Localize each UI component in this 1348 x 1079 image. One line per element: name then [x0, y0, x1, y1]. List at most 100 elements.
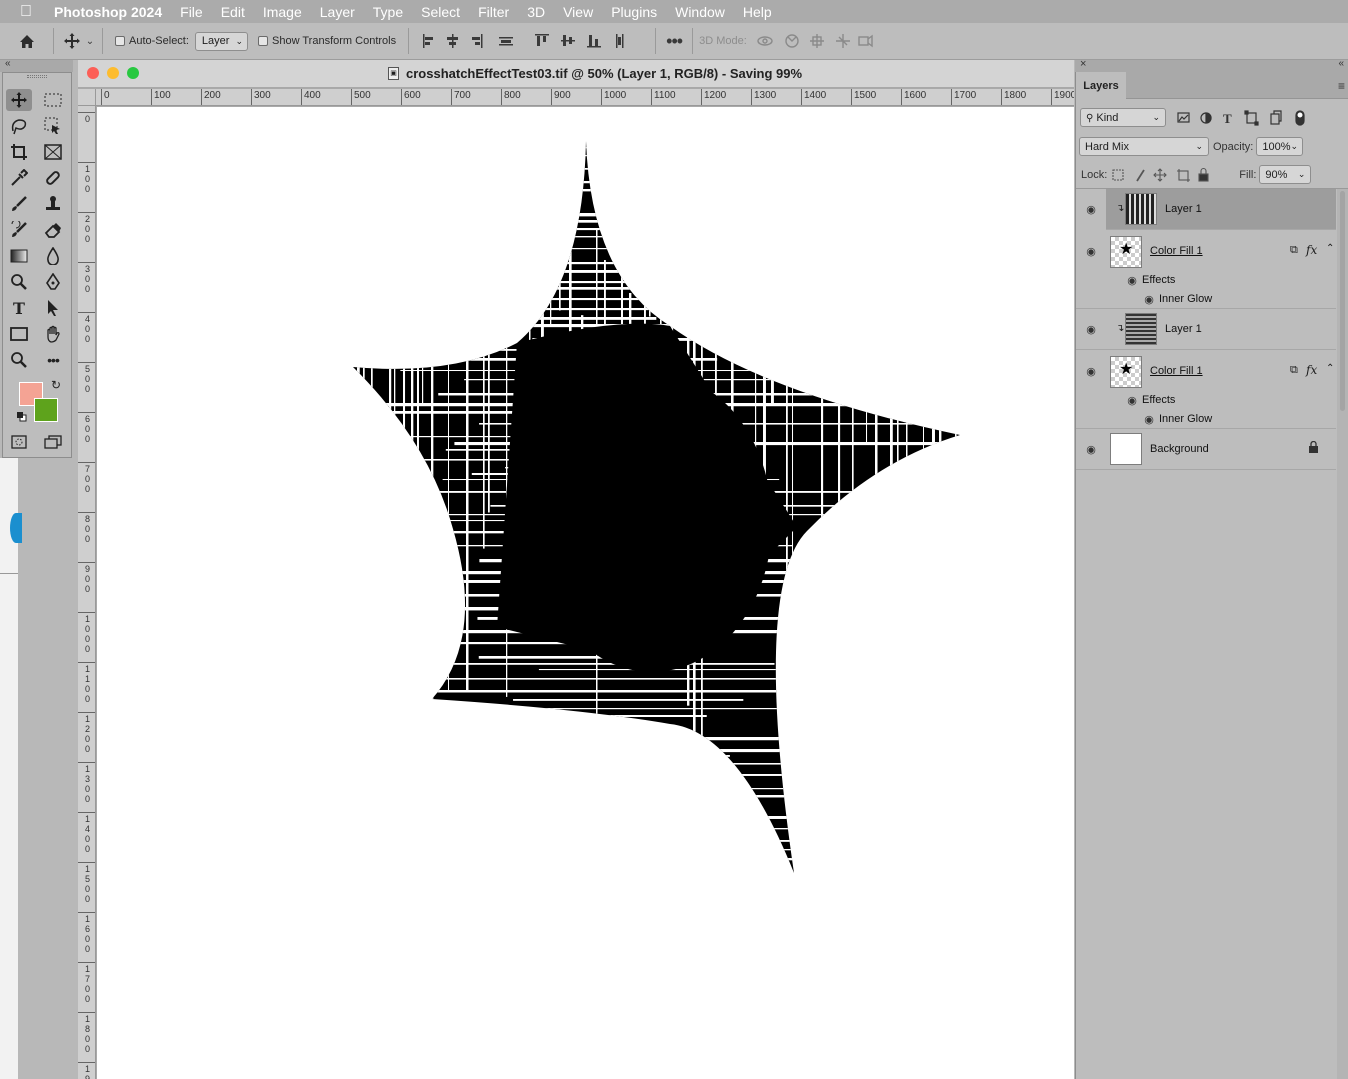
default-colors-icon[interactable] — [17, 411, 27, 422]
menu-edit[interactable]: Edit — [212, 4, 254, 20]
menu-image[interactable]: Image — [254, 4, 311, 20]
horizontal-ruler[interactable]: 0 100 200 300 400 500 600 700 800 900 1000 1100 1200… — [96, 89, 1074, 106]
effect-name[interactable]: Inner Glow — [1159, 293, 1212, 305]
ruler-origin[interactable] — [78, 89, 96, 106]
zoom-button[interactable] — [127, 67, 139, 79]
fill-input[interactable]: 90% ⌄ — [1259, 165, 1312, 184]
eyedropper-tool-icon[interactable] — [6, 167, 32, 189]
filter-kind-dropdown[interactable]: ⚲ Kind ⌄ — [1080, 108, 1166, 127]
layer-row[interactable]: ◉ ↴ Layer 1 — [1076, 309, 1336, 350]
layer-filter-icons[interactable]: T — [1174, 109, 1310, 127]
close-panel-icon[interactable]: × — [1080, 58, 1086, 70]
crop-tool-icon[interactable] — [6, 141, 32, 163]
desktop-background — [0, 458, 22, 1079]
menu-window[interactable]: Window — [666, 4, 734, 20]
visibility-eye-icon[interactable]: ◉ — [1084, 205, 1098, 216]
lock-option-icons[interactable] — [1109, 166, 1211, 184]
marquee-tool-icon[interactable] — [40, 89, 66, 111]
collapse-icon[interactable]: « — [1338, 58, 1344, 69]
visibility-eye-icon[interactable]: ◉ — [1125, 396, 1139, 407]
layer-name[interactable]: Layer 1 — [1165, 203, 1202, 215]
frame-tool-icon[interactable] — [40, 141, 66, 163]
layers-scrollbar[interactable] — [1337, 189, 1348, 1079]
home-icon[interactable] — [15, 29, 39, 53]
layer-row[interactable]: ◉ Background — [1076, 429, 1336, 470]
dodge-tool-icon[interactable] — [6, 271, 32, 293]
show-transform-checkbox[interactable] — [258, 36, 268, 46]
visibility-eye-icon[interactable]: ◉ — [1142, 295, 1156, 306]
effect-name[interactable]: Inner Glow — [1159, 413, 1212, 425]
history-brush-tool-icon[interactable] — [6, 219, 32, 241]
eraser-tool-icon[interactable] — [40, 219, 66, 241]
quick-mask-icon[interactable] — [6, 431, 32, 453]
layer-row[interactable]: ◉ ★ Color Fill 1 ⧉ fx ⌃ ◉ Effects ◉ Inne… — [1076, 230, 1336, 309]
layer-row[interactable]: ◉ ★ Color Fill 1 ⧉ fx ⌃ ◉ Effects ◉ Inne… — [1076, 350, 1336, 429]
collapse-icon[interactable]: « — [5, 58, 11, 69]
blend-mode-dropdown[interactable]: Hard Mix ⌄ — [1079, 137, 1209, 156]
spot-healing-tool-icon[interactable] — [40, 167, 66, 189]
layer-name[interactable]: Color Fill 1 — [1150, 365, 1203, 377]
opacity-input[interactable]: 100% ⌄ — [1256, 137, 1304, 156]
auto-select-checkbox[interactable] — [115, 36, 125, 46]
brush-tool-icon[interactable] — [6, 193, 32, 215]
move-tool-icon[interactable] — [6, 89, 32, 111]
layer-name[interactable]: Color Fill 1 — [1150, 245, 1203, 257]
swap-colors-icon[interactable]: ↻ — [51, 378, 61, 392]
clone-stamp-tool-icon[interactable] — [40, 193, 66, 215]
align-distribute-icons[interactable] — [419, 31, 649, 51]
smart-link-icon: ⧉ — [1290, 364, 1298, 376]
move-tool-preset-icon[interactable] — [60, 29, 84, 53]
auto-select-value: Layer — [201, 35, 230, 47]
document-canvas[interactable] — [97, 107, 1074, 1079]
menu-layer[interactable]: Layer — [311, 4, 364, 20]
blur-tool-icon[interactable] — [40, 245, 66, 267]
tab-layers[interactable]: Layers — [1076, 72, 1126, 99]
fx-icon[interactable]: fx — [1306, 363, 1317, 377]
type-tool-icon[interactable]: T — [6, 297, 32, 319]
more-options-icon[interactable]: ••• — [662, 29, 686, 53]
apple-menu-icon[interactable]:  — [0, 3, 52, 21]
fx-icon[interactable]: fx — [1306, 243, 1317, 257]
chevron-down-icon[interactable]: ⌄ — [84, 29, 96, 53]
minimize-button[interactable] — [107, 67, 119, 79]
menu-view[interactable]: View — [554, 4, 602, 20]
grip-handle[interactable] — [27, 75, 47, 78]
menu-3d[interactable]: 3D — [518, 4, 554, 20]
document-title-bar: ▣ crosshatchEffectTest03.tif @ 50% (Laye… — [78, 60, 1074, 88]
auto-select-dropdown[interactable]: Layer ⌄ — [194, 31, 248, 51]
chevron-down-icon: ⌄ — [1195, 141, 1203, 151]
gradient-tool-icon[interactable] — [6, 245, 32, 267]
filter-kind-value: Kind — [1096, 111, 1119, 124]
menu-help[interactable]: Help — [734, 4, 781, 20]
visibility-eye-icon[interactable]: ◉ — [1125, 276, 1139, 287]
layer-name[interactable]: Layer 1 — [1165, 323, 1202, 335]
visibility-eye-icon[interactable]: ◉ — [1084, 247, 1098, 258]
screen-mode-icon[interactable] — [40, 431, 66, 453]
layer-row[interactable]: ◉ ↴ Layer 1 — [1076, 189, 1336, 230]
visibility-eye-icon[interactable]: ◉ — [1084, 325, 1098, 336]
visibility-eye-icon[interactable]: ◉ — [1142, 415, 1156, 426]
vertical-ruler[interactable]: 0 100 200 300 400 500 600 700 800 900 1000 1100 1200… — [78, 106, 96, 1079]
close-button[interactable] — [87, 67, 99, 79]
lasso-tool-icon[interactable] — [6, 115, 32, 137]
zoom-tool-icon[interactable] — [6, 349, 32, 371]
chevron-up-icon[interactable]: ⌃ — [1326, 243, 1334, 254]
layer-name[interactable]: Background — [1150, 443, 1209, 455]
background-color-swatch[interactable] — [34, 398, 58, 422]
menu-file[interactable]: File — [171, 4, 212, 20]
path-selection-tool-icon[interactable] — [40, 297, 66, 319]
edit-toolbar-icon[interactable]: ••• — [40, 349, 66, 371]
hand-tool-icon[interactable] — [40, 323, 66, 345]
menu-select[interactable]: Select — [412, 4, 469, 20]
menu-type[interactable]: Type — [364, 4, 412, 20]
object-selection-tool-icon[interactable] — [40, 115, 66, 137]
visibility-eye-icon[interactable]: ◉ — [1084, 367, 1098, 378]
rectangle-tool-icon[interactable] — [6, 323, 32, 345]
panel-menu-icon[interactable]: ≡ — [1338, 79, 1345, 93]
menu-app-name[interactable]: Photoshop 2024 — [52, 4, 171, 20]
menu-plugins[interactable]: Plugins — [602, 4, 666, 20]
visibility-eye-icon[interactable]: ◉ — [1084, 445, 1098, 456]
menu-filter[interactable]: Filter — [469, 4, 518, 20]
pen-tool-icon[interactable] — [40, 271, 66, 293]
chevron-up-icon[interactable]: ⌃ — [1326, 363, 1334, 374]
